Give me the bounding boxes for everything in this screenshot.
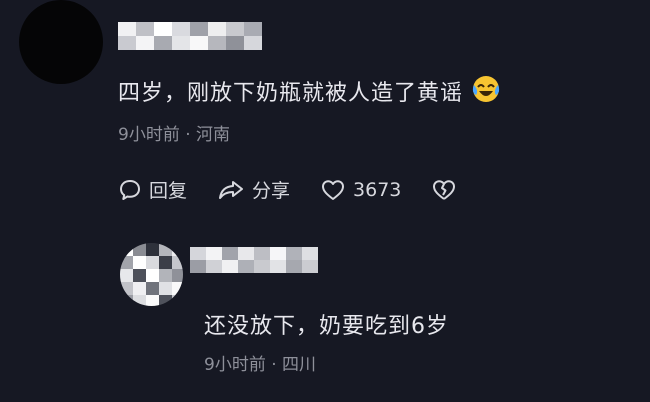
timestamp: 9小时前 [118, 125, 180, 145]
dislike-button[interactable] [431, 178, 464, 202]
like-count: 3673 [353, 178, 402, 201]
share-label: 分享 [252, 180, 291, 202]
comment-text: 还没放下，奶要吃到6岁 [204, 314, 449, 339]
share-arrow-icon [219, 180, 244, 199]
location: 河南 [196, 125, 231, 145]
reply-button[interactable]: 回复 [118, 176, 187, 203]
timestamp: 9小时前 [204, 355, 266, 375]
share-button[interactable]: 分享 [217, 176, 290, 203]
comment-1: 四岁，刚放下奶瓶就被人造了黄谣 9小时前 · 河南 回复 分享 3673 [0, 0, 650, 230]
comment-text: 四岁，刚放下奶瓶就被人造了黄谣 [118, 74, 501, 110]
avatar-blurred [120, 243, 183, 306]
like-button[interactable]: 3673 [320, 178, 401, 202]
comment-actions: 回复 分享 3673 [118, 176, 494, 203]
broken-heart-icon [433, 179, 456, 200]
comment-meta: 9小时前 · 四川 [204, 350, 316, 375]
avatar[interactable] [120, 243, 183, 306]
username-blurred[interactable] [190, 247, 318, 273]
comment-meta: 9小时前 · 河南 [118, 120, 230, 145]
username-blurred[interactable] [118, 22, 262, 50]
comment-bubble-icon [120, 179, 140, 200]
reply-label: 回复 [149, 180, 188, 202]
avatar[interactable] [19, 0, 103, 84]
heart-icon [322, 179, 345, 200]
laughing-crying-emoji [471, 74, 501, 110]
comment-2: 还没放下，奶要吃到6岁 9小时前 · 四川 [0, 230, 650, 402]
separator: · [185, 125, 191, 145]
location: 四川 [282, 355, 317, 375]
separator: · [271, 355, 277, 375]
